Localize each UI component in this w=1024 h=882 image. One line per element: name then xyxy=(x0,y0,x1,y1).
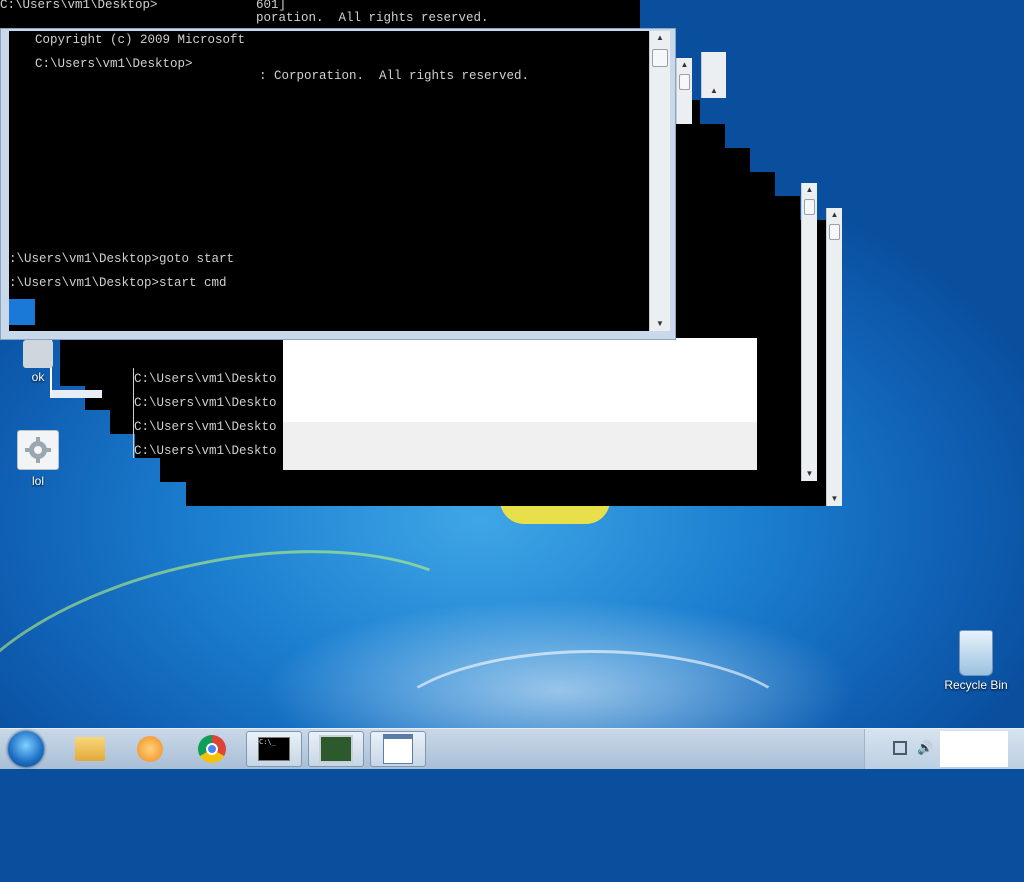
desktop-icon-label: Recycle Bin xyxy=(944,678,1008,692)
top-console-window[interactable]: C:\Users\vm1\Desktop> 601] poration. All… xyxy=(0,0,640,30)
console-line: C:\Users\vm1\Desktop> xyxy=(35,57,193,71)
taskbar-cmd-button[interactable]: C:\_ xyxy=(246,731,302,767)
gear-icon xyxy=(23,340,53,368)
console-prompt: C:\Users\vm1\Desktop> xyxy=(0,0,158,12)
network-icon[interactable] xyxy=(893,741,907,755)
scroll-down-arrow-icon[interactable]: ▼ xyxy=(650,317,670,331)
taskbar-chrome-button[interactable] xyxy=(184,731,240,767)
desktop-icon-ok[interactable]: ok xyxy=(8,340,68,384)
media-player-icon xyxy=(137,736,163,762)
scroll-up-arrow-icon[interactable]: ▲ xyxy=(677,58,692,72)
console-line: :\Users\vm1\Desktop>goto start xyxy=(9,252,235,266)
scroll-up-arrow-icon[interactable]: ▲ xyxy=(827,208,842,222)
taskbar-system-monitor-button[interactable] xyxy=(308,731,364,767)
console-line: C:\Users\vm1\Deskto xyxy=(134,444,277,458)
console-line: C:\Users\vm1\Deskto xyxy=(134,372,277,386)
cascaded-console-scrollbar[interactable]: ▲ ▼ xyxy=(801,183,817,481)
blank-window-area-lower[interactable] xyxy=(283,422,757,470)
taskbar-media-player-button[interactable] xyxy=(122,731,178,767)
scroll-thumb[interactable] xyxy=(829,224,840,240)
console-line: poration. All rights reserved. xyxy=(256,11,489,25)
console-line-marker xyxy=(133,368,134,458)
cascaded-console-scrollbar[interactable]: ▲ ▼ xyxy=(826,208,842,506)
cascaded-console-scrollbar[interactable]: ▲ xyxy=(676,58,692,124)
gear-icon xyxy=(17,430,59,470)
desktop-icon-label: ok xyxy=(31,370,45,384)
scroll-down-arrow-icon[interactable]: ▼ xyxy=(827,492,842,506)
scroll-thumb[interactable] xyxy=(804,199,815,215)
scroll-up-arrow-icon[interactable]: ▲ xyxy=(650,31,670,45)
console-line: C:\Users\vm1\Deskto xyxy=(134,420,277,434)
chrome-icon xyxy=(198,735,226,763)
recycle-bin-icon xyxy=(959,630,993,676)
console-line: : Corporation. All rights reserved. xyxy=(259,69,530,83)
blank-window-area[interactable] xyxy=(283,338,757,422)
scroll-down-arrow-icon[interactable]: ▼ xyxy=(802,467,817,481)
console-scrollbar[interactable]: ▲ ▼ xyxy=(649,31,670,331)
clock-area[interactable] xyxy=(940,731,1008,767)
console-cursor xyxy=(9,299,35,325)
system-monitor-icon xyxy=(319,735,353,763)
windows-start-orb-icon[interactable] xyxy=(8,731,44,767)
cascaded-console-scrollbar[interactable]: ▲ xyxy=(701,52,726,98)
desktop-icon-recycle-bin[interactable]: Recycle Bin xyxy=(940,630,1012,692)
console-line: C:\Users\vm1\Deskto xyxy=(134,396,277,410)
scroll-thumb[interactable] xyxy=(679,74,690,90)
scroll-up-arrow-icon[interactable]: ▲ xyxy=(702,84,726,98)
taskbar: C:\_ 🔊 xyxy=(0,728,1024,769)
console-line: :\Users\vm1\Desktop>start cmd xyxy=(9,276,227,290)
scroll-up-arrow-icon[interactable]: ▲ xyxy=(802,183,817,197)
desktop-icon-lol[interactable]: lol xyxy=(8,430,68,488)
taskbar-explorer-button[interactable] xyxy=(62,731,118,767)
cmd-icon: C:\_ xyxy=(258,737,290,761)
document-window-icon xyxy=(383,734,413,764)
back-console-text: C:\Users\vm1\Deskto C:\Users\vm1\Deskto … xyxy=(134,368,277,464)
desktop-icon-label: lol xyxy=(31,474,44,488)
console-line: Copyright (c) 2009 Microsoft xyxy=(35,33,246,47)
console-client-area[interactable]: Copyright (c) 2009 Microsoft C:\Users\vm… xyxy=(9,31,649,331)
volume-icon[interactable]: 🔊 xyxy=(917,741,933,755)
scroll-thumb[interactable] xyxy=(652,49,668,67)
explorer-icon xyxy=(75,737,105,761)
cmd-console-window[interactable]: Copyright (c) 2009 Microsoft C:\Users\vm… xyxy=(0,28,676,340)
taskbar-document-window-button[interactable] xyxy=(370,731,426,767)
